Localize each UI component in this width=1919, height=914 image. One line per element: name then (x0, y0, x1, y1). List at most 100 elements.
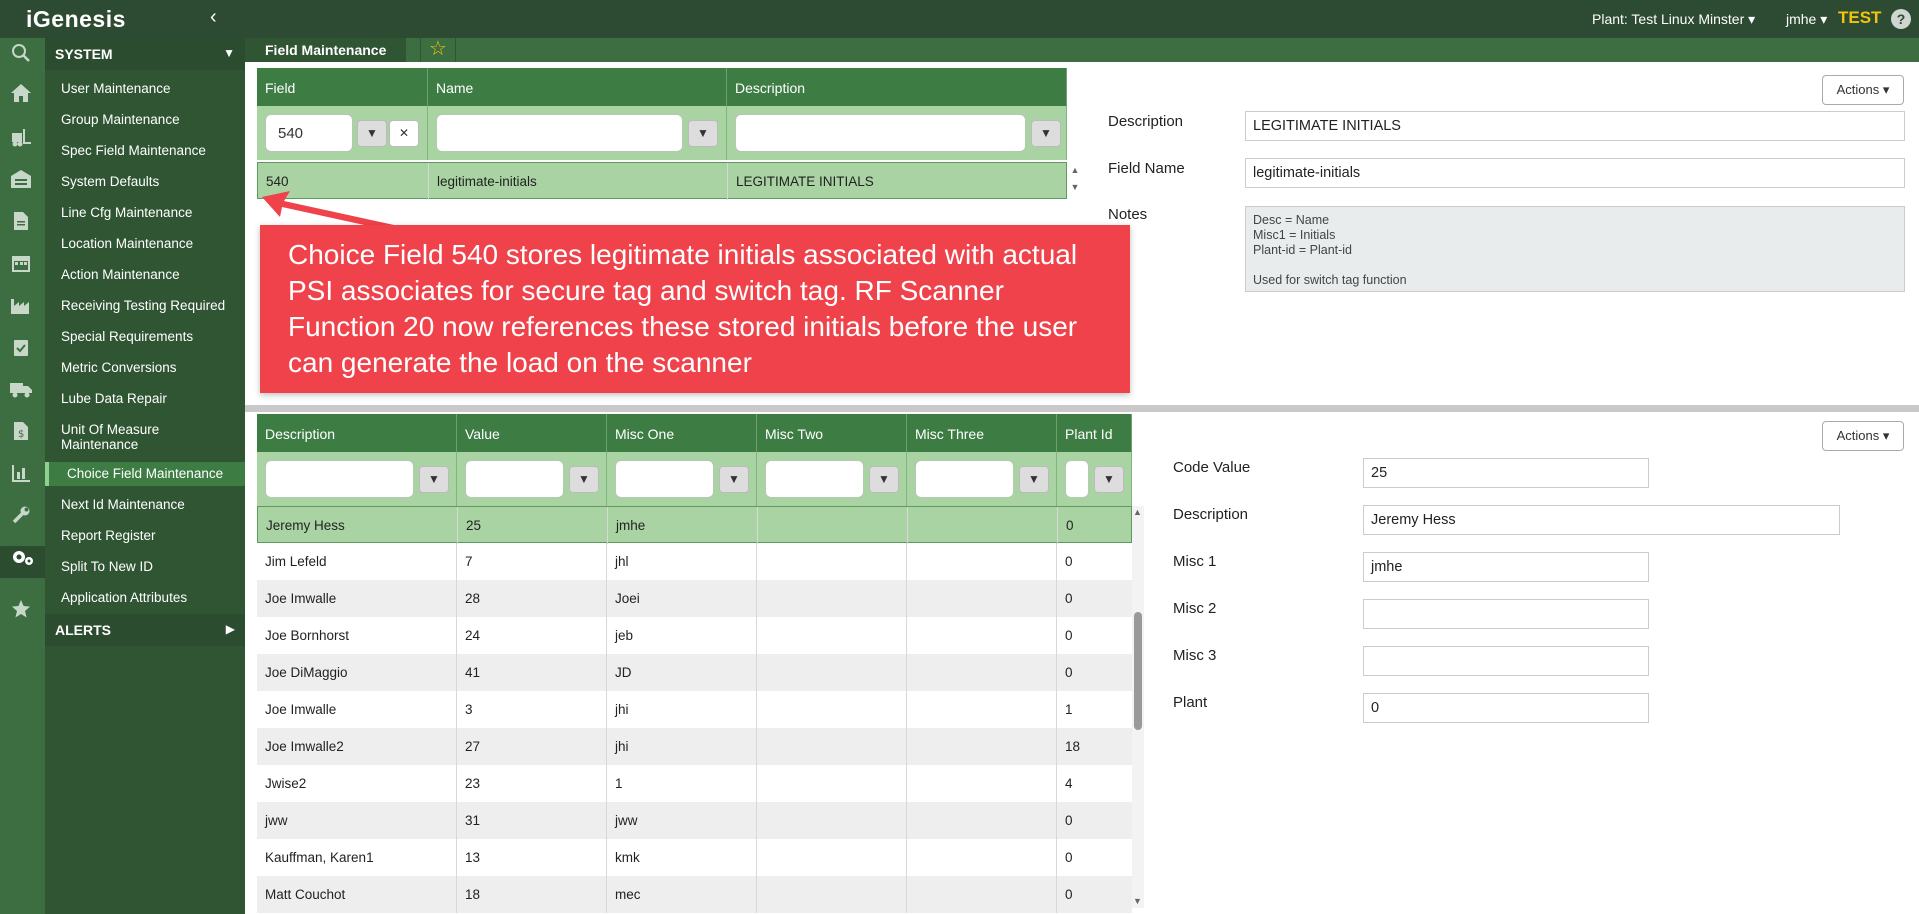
sidebar-item-action-maintenance[interactable]: Action Maintenance (45, 267, 245, 282)
truck-icon[interactable] (6, 378, 36, 408)
table-row[interactable]: Joe Imwalle2 27 jhi 18 (257, 728, 1132, 765)
sidebar-item-line-cfg-maintenance[interactable]: Line Cfg Maintenance (45, 205, 245, 220)
filter-icon[interactable]: ▼ (357, 120, 387, 147)
misc-three-filter-input[interactable] (915, 460, 1014, 498)
filter-icon[interactable]: ▼ (569, 466, 599, 493)
misc-two-filter-input[interactable] (765, 460, 864, 498)
gears-icon[interactable] (0, 546, 45, 578)
wrench-icon[interactable] (6, 504, 36, 534)
caret-down-icon: ▼ (223, 46, 235, 60)
plant-selector[interactable]: Plant: Test Linux Minster ▾ (1592, 11, 1755, 28)
document-icon[interactable] (6, 210, 36, 240)
sidebar-item-group-maintenance[interactable]: Group Maintenance (45, 112, 245, 127)
field-filter-input[interactable]: 540 (265, 114, 353, 152)
filter-icon[interactable]: ▼ (719, 466, 749, 493)
column-header-plant-id[interactable]: Plant Id (1057, 414, 1132, 452)
pane-divider[interactable] (245, 405, 1919, 412)
home-icon[interactable] (6, 82, 36, 112)
invoice-icon[interactable]: $ (6, 420, 36, 450)
clear-filter-icon[interactable]: ✕ (389, 120, 419, 147)
column-header-misc-one[interactable]: Misc One (607, 414, 757, 452)
column-header-description[interactable]: Description (727, 68, 1067, 106)
notes-label: Notes (1108, 206, 1148, 223)
sidebar-item-choice-field-maintenance[interactable]: Choice Field Maintenance (45, 462, 245, 486)
misc1-field[interactable]: jmhe (1363, 552, 1649, 582)
cell-value: 7 (457, 543, 607, 580)
code-value-field[interactable]: 25 (1363, 458, 1649, 488)
notes-textarea[interactable]: Desc = Name Misc1 = Initials Plant-id = … (1245, 206, 1905, 292)
table-row[interactable]: Kauffman, Karen1 13 kmk 0 (257, 839, 1132, 876)
field-name-field[interactable]: legitimate-initials (1245, 158, 1905, 188)
sidebar-item-report-register[interactable]: Report Register (45, 528, 245, 543)
filter-icon[interactable]: ▼ (1019, 466, 1049, 493)
collapse-sidebar-icon[interactable]: ‹ (210, 6, 217, 29)
calendar-icon[interactable] (6, 252, 36, 282)
sidebar-item-special-requirements[interactable]: Special Requirements (45, 329, 245, 344)
user-menu[interactable]: jmhe ▾ (1786, 11, 1827, 28)
column-header-value[interactable]: Value (457, 414, 607, 452)
star-icon[interactable] (6, 598, 36, 628)
sidebar-item-receiving-testing-required[interactable]: Receiving Testing Required (45, 298, 245, 313)
sidebar-item-unit-of-measure-maintenance[interactable]: Unit Of Measure Maintenance (45, 422, 195, 452)
forklift-icon[interactable] (6, 126, 36, 156)
filter-icon[interactable]: ▼ (688, 120, 718, 147)
filter-cell-description: ▼ (727, 106, 1067, 160)
factory-icon[interactable] (6, 294, 36, 324)
table-row[interactable]: Joe Imwalle 3 jhi 1 (257, 691, 1132, 728)
cell-misc-two (757, 765, 907, 802)
filter-icon[interactable]: ▼ (1031, 120, 1061, 147)
warehouse-icon[interactable] (6, 168, 36, 198)
table-row[interactable]: Matt Couchot 18 mec 0 (257, 876, 1132, 913)
column-header-misc-three[interactable]: Misc Three (907, 414, 1057, 452)
sidebar-item-lube-data-repair[interactable]: Lube Data Repair (45, 391, 245, 406)
scroll-up-icon[interactable]: ▲ (1133, 507, 1142, 517)
actions-dropdown[interactable]: Actions ▾ (1822, 421, 1904, 451)
value-filter-input[interactable] (465, 460, 564, 498)
sidebar-item-system-defaults[interactable]: System Defaults (45, 174, 245, 189)
clipboard-check-icon[interactable] (6, 336, 36, 366)
grid-scrollbar[interactable]: ▲ ▼ (1069, 162, 1081, 199)
description-filter-input[interactable] (265, 460, 414, 498)
column-header-misc-two[interactable]: Misc Two (757, 414, 907, 452)
actions-dropdown[interactable]: Actions ▾ (1822, 75, 1904, 105)
favorite-star-icon[interactable]: ☆ (420, 38, 456, 62)
plant-id-filter-input[interactable] (1065, 460, 1089, 498)
table-row[interactable]: Jeremy Hess 25 jmhe 0 (257, 506, 1132, 544)
description-field[interactable]: Jeremy Hess (1363, 505, 1840, 535)
table-row[interactable]: jww 31 jww 0 (257, 802, 1132, 839)
plant-field[interactable]: 0 (1363, 693, 1649, 723)
table-row[interactable]: Joe DiMaggio 41 JD 0 (257, 654, 1132, 691)
table-row[interactable]: Joe Bornhorst 24 jeb 0 (257, 617, 1132, 654)
misc3-field[interactable] (1363, 646, 1649, 676)
column-header-field[interactable]: Field (257, 68, 428, 106)
sidebar-item-next-id-maintenance[interactable]: Next Id Maintenance (45, 497, 245, 512)
sidebar-section-system[interactable]: SYSTEM ▼ (45, 38, 245, 70)
sidebar-item-spec-field-maintenance[interactable]: Spec Field Maintenance (45, 143, 245, 158)
table-row[interactable]: Jwise2 23 1 4 (257, 765, 1132, 802)
scroll-down-icon[interactable]: ▼ (1133, 896, 1142, 906)
table-row[interactable]: Joe Imwalle 28 Joei 0 (257, 580, 1132, 617)
grid-scrollbar-thumb[interactable] (1134, 612, 1142, 730)
sidebar-section-alerts[interactable]: ALERTS ▶ (45, 614, 245, 646)
description-field[interactable]: LEGITIMATE INITIALS (1245, 111, 1905, 141)
report-icon[interactable] (6, 462, 36, 492)
table-row[interactable]: Jim Lefeld 7 jhl 0 (257, 543, 1132, 580)
tab-field-maintenance[interactable]: Field Maintenance (245, 38, 407, 62)
sidebar-item-user-maintenance[interactable]: User Maintenance (45, 81, 245, 96)
help-icon[interactable]: ? (1891, 9, 1911, 29)
column-header-description[interactable]: Description (257, 414, 457, 452)
sidebar-item-split-to-new-id[interactable]: Split To New ID (45, 559, 245, 574)
name-filter-input[interactable] (436, 114, 683, 152)
column-header-name[interactable]: Name (428, 68, 727, 106)
filter-icon[interactable]: ▼ (419, 466, 449, 493)
plant-label: Plant (1173, 694, 1208, 711)
filter-icon[interactable]: ▼ (1094, 466, 1124, 493)
search-icon[interactable] (6, 42, 36, 72)
sidebar-item-metric-conversions[interactable]: Metric Conversions (45, 360, 245, 375)
misc2-field[interactable] (1363, 599, 1649, 629)
filter-icon[interactable]: ▼ (869, 466, 899, 493)
misc-one-filter-input[interactable] (615, 460, 714, 498)
description-filter-input[interactable] (735, 114, 1026, 152)
sidebar-item-application-attributes[interactable]: Application Attributes (45, 590, 245, 605)
sidebar-item-location-maintenance[interactable]: Location Maintenance (45, 236, 245, 251)
